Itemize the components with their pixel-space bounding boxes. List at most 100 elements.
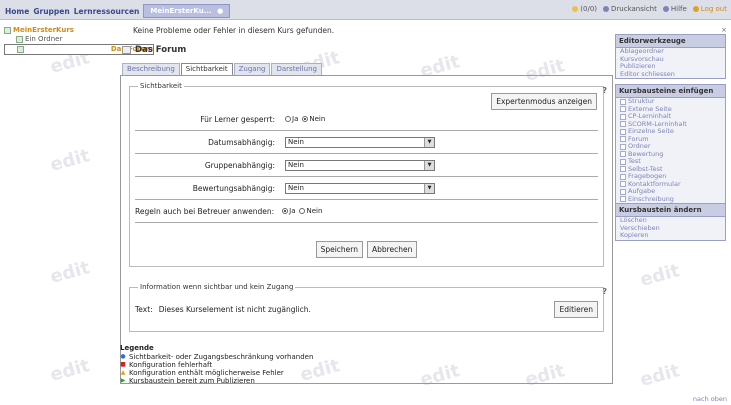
group-row: Gruppenabhängig: Nein ▼ <box>135 157 598 173</box>
status-message: Keine Probleme oder Fehler in diesem Kur… <box>133 26 335 35</box>
forum-icon <box>620 136 626 143</box>
questionnaire-icon <box>620 173 626 180</box>
legend-item: ● Sichtbarkeit- oder Zugangsbeschränkung … <box>120 353 314 361</box>
folder-icon <box>16 36 23 43</box>
assessment-row: Bewertungsabhängig: Nein ▼ <box>135 180 598 196</box>
chat-counter[interactable]: (0/0) <box>572 5 597 13</box>
assessment-label: Bewertungsabhängig: <box>192 183 275 193</box>
help-icon <box>662 6 669 12</box>
tree-root[interactable]: MeinErsterKurs <box>4 26 112 35</box>
restriction-icon: ● <box>120 353 126 360</box>
tab-description[interactable]: Beschreibung <box>122 63 180 75</box>
main-content: Keine Probleme oder Fehler in diesem Kur… <box>120 26 613 384</box>
change-copy[interactable]: Kopieren <box>616 231 725 240</box>
close-tab-icon[interactable]: ● <box>217 7 223 15</box>
chat-icon <box>572 6 579 12</box>
publish-ready-icon: ▶ <box>120 377 126 384</box>
watermark: edit <box>637 360 682 391</box>
top-navigation-bar: Home Gruppen Lernressourcen MeinErsterKu… <box>0 0 731 20</box>
tab-bar: Beschreibung Sichtbarkeit Zugang Darstel… <box>122 63 613 75</box>
structure-icon <box>620 98 626 105</box>
blocked-no-radio[interactable]: Nein <box>302 115 325 123</box>
date-label: Datumsabhängig: <box>208 137 275 147</box>
help-link[interactable]: Hilfe <box>662 5 687 13</box>
info-legend: Information wenn sichtbar und kein Zugan… <box>140 283 294 291</box>
group-select[interactable]: Nein ▼ <box>285 159 435 171</box>
print-view-link[interactable]: Druckansicht <box>603 5 657 13</box>
scorm-icon <box>620 121 626 128</box>
logout-link[interactable]: Log out <box>692 5 727 13</box>
coach-row: Regeln auch bei Betreuer anwenden: Ja Ne… <box>135 203 598 219</box>
coach-yes-radio[interactable]: Ja <box>282 207 295 215</box>
watermark: edit <box>637 260 682 291</box>
tab-panel: Sichtbarkeit ? Expertenmodus anzeigen Fü… <box>120 75 613 384</box>
close-icon[interactable]: × <box>721 26 727 34</box>
tool-close-editor[interactable]: Editor schliessen <box>616 70 725 79</box>
group-label: Gruppenabhängig: <box>204 160 275 170</box>
watermark: edit <box>47 257 92 288</box>
blocked-row: Für Lerner gesperrt: Ja Nein <box>135 111 598 127</box>
change-building-block-box: Kursbaustein ändern Löschen Verschieben … <box>615 203 726 241</box>
editor-tools-box: Editorwerkzeuge Ablageordner Kursvorscha… <box>615 34 726 79</box>
blocked-yes-radio[interactable]: Ja <box>285 115 298 123</box>
logout-icon <box>692 6 699 12</box>
insert-building-blocks-box: Kursbausteine einfügen Struktur Externe … <box>615 84 726 204</box>
cancel-button[interactable]: Abbrechen <box>366 241 418 258</box>
dropdown-arrow-icon: ▼ <box>424 160 434 170</box>
dropdown-arrow-icon: ▼ <box>424 137 434 147</box>
divider <box>135 222 598 223</box>
info-text-value: Dieses Kurselement ist nicht zugänglich. <box>158 305 311 314</box>
error-icon: ■ <box>120 361 126 368</box>
date-select[interactable]: Nein ▼ <box>285 136 435 148</box>
back-to-top-link[interactable]: nach oben <box>693 395 727 403</box>
contact-form-icon <box>620 181 626 188</box>
legend-item: ▲ Konfiguration enthält möglicherweise Fe… <box>120 369 284 377</box>
expert-mode-button[interactable]: Expertenmodus anzeigen <box>491 93 597 110</box>
self-test-icon <box>620 166 626 173</box>
print-icon <box>603 6 610 12</box>
dropdown-arrow-icon: ▼ <box>424 183 434 193</box>
visibility-legend: Sichtbarkeit <box>140 82 182 90</box>
cp-icon <box>620 113 626 120</box>
divider <box>135 176 598 177</box>
course-tab[interactable]: MeinErsterKu... ● <box>143 4 231 18</box>
blocked-label: Für Lerner gesperrt: <box>200 114 275 124</box>
nav-resources-link[interactable]: Lernressourcen <box>74 7 140 16</box>
forum-icon <box>122 46 131 54</box>
forum-icon <box>17 46 24 53</box>
info-row: Text: Dieses Kurselement ist nicht zugän… <box>135 301 598 318</box>
help-icon[interactable]: ? <box>602 86 607 95</box>
test-icon <box>620 158 626 165</box>
nav-home-link[interactable]: Home <box>5 7 29 16</box>
assessment-icon <box>620 151 626 158</box>
coach-label: Regeln auch bei Betreuer anwenden: <box>135 206 275 216</box>
tree-item-folder[interactable]: Ein Ordner <box>4 35 112 44</box>
folder-icon <box>620 143 626 150</box>
edit-button[interactable]: Editieren <box>554 301 598 318</box>
info-fieldset: Information wenn sichtbar und kein Zugan… <box>129 283 607 332</box>
coach-no-radio[interactable]: Nein <box>299 207 322 215</box>
course-tree: MeinErsterKurs Ein Ordner Das Forum <box>4 26 154 55</box>
tab-access[interactable]: Zugang <box>233 63 271 75</box>
divider <box>135 199 598 200</box>
external-page-icon <box>620 106 626 113</box>
warning-icon: ▲ <box>120 369 126 376</box>
insert-enrollment[interactable]: Einschreibung <box>616 195 725 204</box>
course-tab-label: MeinErsterKu... <box>150 7 212 15</box>
task-icon <box>620 188 626 195</box>
divider <box>135 153 598 154</box>
watermark: edit <box>47 145 92 176</box>
legend-heading: Legende <box>120 344 154 352</box>
tab-visibility[interactable]: Sichtbarkeit <box>180 63 233 75</box>
enrollment-icon <box>620 196 626 203</box>
assessment-select[interactable]: Nein ▼ <box>285 182 435 194</box>
legend-item: ▶ Kursbaustein bereit zum Publizieren <box>120 377 255 385</box>
page-icon <box>620 128 626 135</box>
help-icon[interactable]: ? <box>602 287 607 296</box>
legend-item: ■ Konfiguration fehlerhaft <box>120 361 213 369</box>
save-button[interactable]: Speichern <box>315 241 363 258</box>
nav-groups-link[interactable]: Gruppen <box>33 7 69 16</box>
tab-display[interactable]: Darstellung <box>271 63 322 75</box>
divider <box>135 130 598 131</box>
form-actions: Speichern Abbrechen <box>135 241 598 258</box>
